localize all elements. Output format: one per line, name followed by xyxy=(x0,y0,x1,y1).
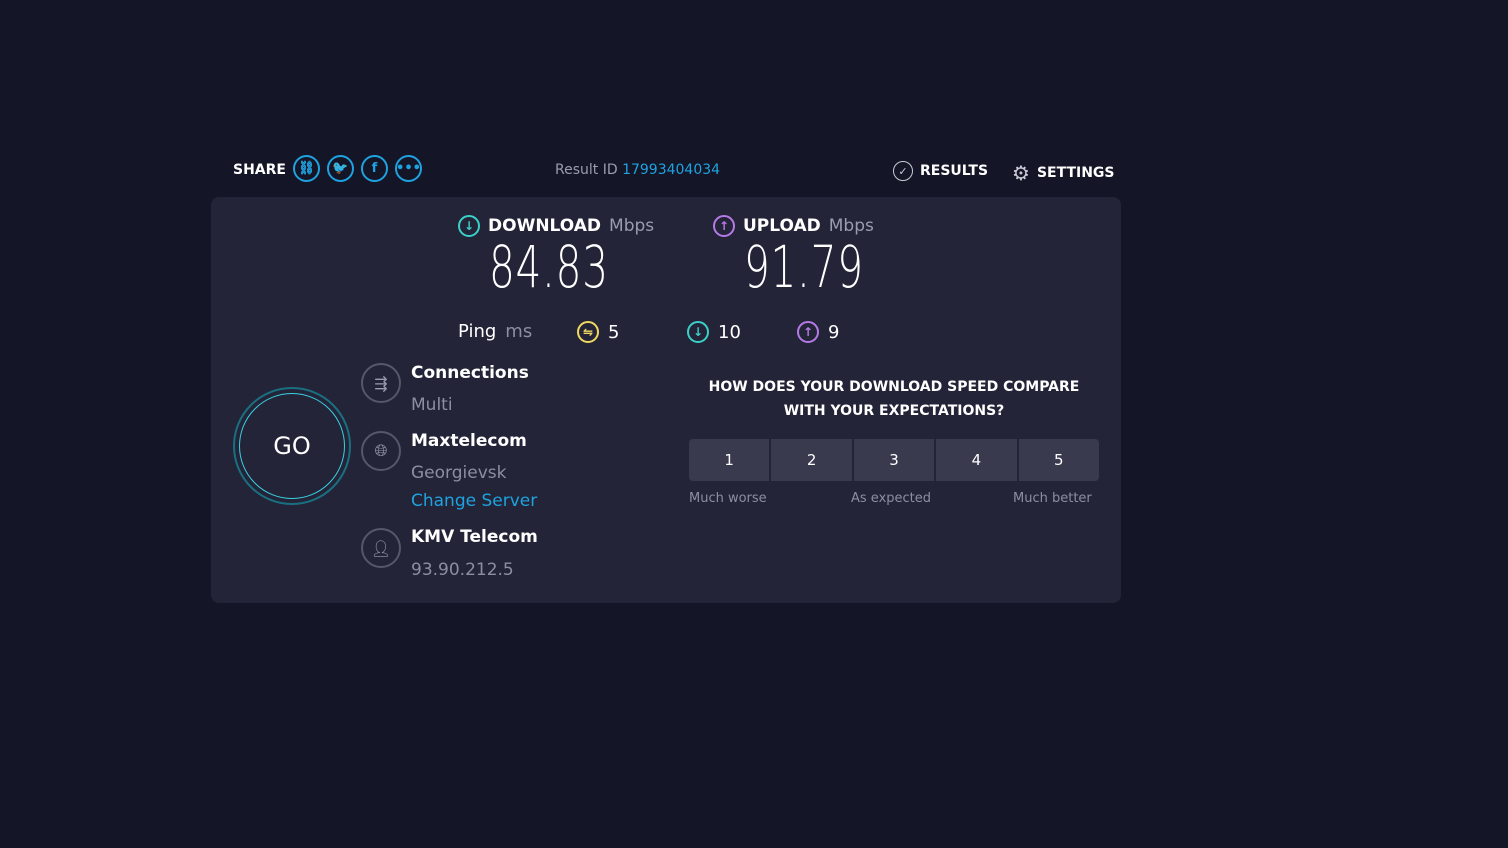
results-panel: ↓ DOWNLOAD Mbps 84.83 ↑ UPLOAD Mbps 91.79 … xyxy=(211,197,1121,603)
link-icon[interactable]: ⛓ xyxy=(293,155,320,182)
rating-option-2[interactable]: 2 xyxy=(771,439,852,481)
ping-upload-value: 9 xyxy=(828,321,840,343)
server-location: Georgievsk xyxy=(411,463,507,483)
check-icon: ✓ xyxy=(893,161,913,181)
results-label: RESULTS xyxy=(920,163,989,179)
rating-option-4[interactable]: 4 xyxy=(936,439,1017,481)
ping-label: Ping ms xyxy=(458,321,532,342)
change-server-link[interactable]: Change Server xyxy=(411,491,537,511)
result-id-label: Result ID xyxy=(555,162,618,178)
facebook-icon[interactable]: f xyxy=(361,155,388,182)
ping-unit: ms xyxy=(505,321,533,342)
rating-option-1[interactable]: 1 xyxy=(689,439,770,481)
rating-mid-label: As expected xyxy=(851,491,932,506)
server-name: Maxtelecom xyxy=(411,431,527,451)
rating-option-5[interactable]: 5 xyxy=(1018,439,1099,481)
share-label: SHARE xyxy=(233,162,286,178)
connections-value[interactable]: Multi xyxy=(411,395,453,415)
upload-value: 91.79 xyxy=(744,233,864,301)
ping-icon: ⇋ xyxy=(577,321,599,343)
rating-high-label: Much better xyxy=(1013,491,1092,506)
result-id-link[interactable]: 17993404034 xyxy=(622,162,720,178)
result-id: Result ID 17993404034 xyxy=(555,162,720,178)
upload-icon: ↑ xyxy=(713,215,735,237)
results-button[interactable]: ✓ RESULTS xyxy=(893,161,988,181)
go-button[interactable]: GO xyxy=(233,387,351,505)
globe-icon: 🌐︎ xyxy=(361,431,401,471)
ping-download: ↓ 10 xyxy=(687,321,741,343)
settings-label: SETTINGS xyxy=(1036,165,1115,181)
top-bar: SHARE ⛓ 🐦 f ••• Result ID 17993404034 ✓ R… xyxy=(233,155,1115,187)
isp-name: KMV Telecom xyxy=(411,527,538,547)
rating-option-3[interactable]: 3 xyxy=(853,439,935,481)
download-ping-icon: ↓ xyxy=(687,321,709,343)
ping-idle-value: 5 xyxy=(608,321,620,343)
upload-ping-icon: ↑ xyxy=(797,321,819,343)
isp-ip: 93.90.212.5 xyxy=(411,560,514,580)
settings-button[interactable]: ⚙ SETTINGS xyxy=(1012,161,1115,185)
twitter-icon[interactable]: 🐦 xyxy=(327,155,354,182)
connections-title: Connections xyxy=(411,363,529,383)
user-icon: 👤︎ xyxy=(361,528,401,568)
rating-low-label: Much worse xyxy=(689,491,767,506)
go-label: GO xyxy=(239,393,345,499)
survey-question: HOW DOES YOUR DOWNLOAD SPEED COMPARE WIT… xyxy=(708,379,1080,419)
download-unit: Mbps xyxy=(609,216,655,236)
download-value: 84.83 xyxy=(489,233,609,301)
connections-icon: ⇶ xyxy=(361,363,401,403)
ping-title: Ping xyxy=(458,321,497,342)
rating-scale: 1 2 3 4 5 xyxy=(689,439,1099,481)
ping-upload: ↑ 9 xyxy=(797,321,839,343)
download-icon: ↓ xyxy=(458,215,480,237)
more-icon[interactable]: ••• xyxy=(395,155,422,182)
ping-download-value: 10 xyxy=(718,321,741,343)
ping-idle: ⇋ 5 xyxy=(577,321,619,343)
gear-icon: ⚙ xyxy=(1012,161,1030,185)
